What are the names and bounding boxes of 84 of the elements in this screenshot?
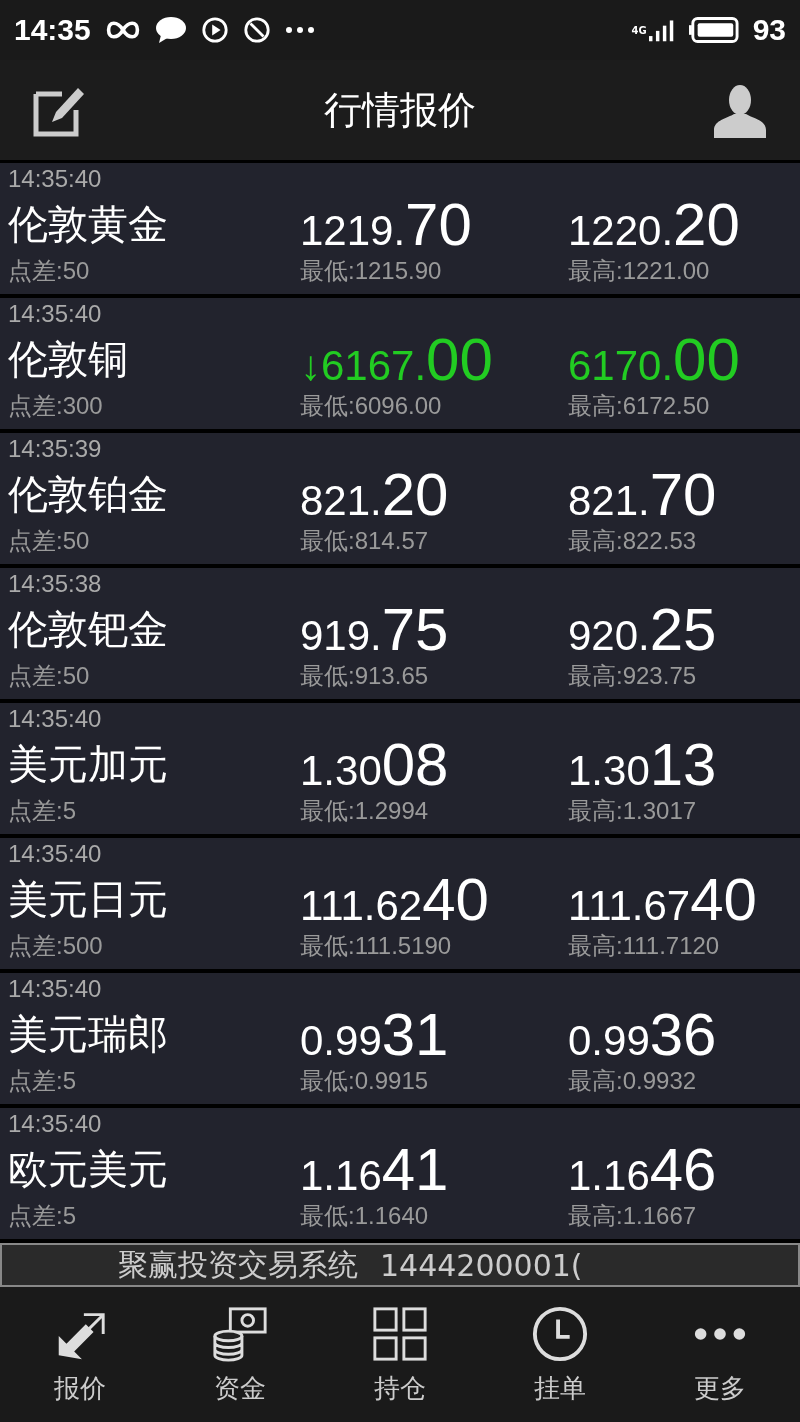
battery-level: 93 xyxy=(752,13,786,47)
quote-time: 14:35:40 xyxy=(8,705,103,733)
bid-price: 111.6240 xyxy=(300,870,490,930)
quote-row[interactable]: 14:35:40 美元日元 点差:500 111.6240 最低:111.5190 111.6740 最高:111.7120 xyxy=(0,838,800,969)
high-text: 最高:822.53 xyxy=(568,526,698,556)
high-text: 最高:1221.00 xyxy=(568,256,711,286)
bid-price: 1.1641 xyxy=(300,1140,450,1200)
spread-text: 点差:50 xyxy=(8,526,91,556)
account-number: 1444200001( xyxy=(380,1247,583,1283)
play-icon xyxy=(200,15,229,45)
more-icon xyxy=(284,25,315,35)
bid-price: 1.3008 xyxy=(300,735,450,795)
quote-time: 14:35:38 xyxy=(8,570,103,598)
battery-icon xyxy=(688,15,739,45)
instrument-name: 美元瑞郎 xyxy=(8,1009,169,1059)
chat-bubble-icon xyxy=(154,15,187,45)
bid-price: 1219.70 xyxy=(300,195,473,255)
nav-tab[interactable]: 资金 xyxy=(180,1303,300,1407)
high-text: 最高:6172.50 xyxy=(568,391,711,421)
high-text: 最高:923.75 xyxy=(568,661,698,691)
quote-row[interactable]: 14:35:40 伦敦黄金 点差:50 1219.70 最低:1215.90 1220.20 最高:1221.00 xyxy=(0,163,800,294)
ask-price: 920.25 xyxy=(568,600,718,660)
block-icon xyxy=(242,15,271,45)
spread-text: 点差:5 xyxy=(8,1201,77,1231)
bid-price: 919.75 xyxy=(300,600,450,660)
ask-price: 1.1646 xyxy=(568,1140,718,1200)
low-text: 最低:814.57 xyxy=(300,526,430,556)
ask-price: 0.9936 xyxy=(568,1005,718,1065)
spread-text: 点差:50 xyxy=(8,256,91,286)
spread-text: 点差:300 xyxy=(8,391,104,421)
quote-row[interactable]: 14:35:40 美元加元 点差:5 1.3008 最低:1.2994 1.3013 最高:1.3017 xyxy=(0,703,800,834)
quote-row[interactable]: 14:35:40 欧元美元 点差:5 1.1641 最低:1.1640 1.1646 最高:1.1667 xyxy=(0,1108,800,1239)
page-title: 行情报价 xyxy=(323,86,477,134)
nav-tab[interactable]: 持仓 xyxy=(340,1303,460,1407)
spread-text: 点差:50 xyxy=(8,661,91,691)
quote-time: 14:35:40 xyxy=(8,1110,103,1138)
instrument-name: 伦敦铜 xyxy=(8,334,129,384)
clock-icon xyxy=(531,1304,589,1363)
ask-price: 1220.20 xyxy=(568,195,741,255)
low-text: 最低:6096.00 xyxy=(300,391,443,421)
high-text: 最高:111.7120 xyxy=(568,931,721,961)
instrument-name: 伦敦铂金 xyxy=(8,469,169,519)
system-name: 聚赢投资交易系统 xyxy=(118,1245,358,1284)
high-text: 最高:0.9932 xyxy=(568,1066,698,1096)
quote-time: 14:35:39 xyxy=(8,435,103,463)
quote-time: 14:35:40 xyxy=(8,975,103,1003)
network-type: 4G xyxy=(631,24,647,36)
instrument-name: 欧元美元 xyxy=(8,1144,169,1194)
grid-icon xyxy=(371,1304,429,1363)
high-text: 最高:1.1667 xyxy=(568,1201,698,1231)
instrument-name: 美元日元 xyxy=(8,874,169,924)
quote-time: 14:35:40 xyxy=(8,840,103,868)
spread-text: 点差:5 xyxy=(8,1066,77,1096)
quote-row[interactable]: 14:35:38 伦敦钯金 点差:50 919.75 最低:913.65 920.25 最高:923.75 xyxy=(0,568,800,699)
low-text: 最低:1215.90 xyxy=(300,256,443,286)
low-text: 最低:111.5190 xyxy=(300,931,453,961)
nav-tab[interactable]: 报价 xyxy=(20,1303,140,1407)
quote-time: 14:35:40 xyxy=(8,300,103,328)
quote-row[interactable]: 14:35:39 伦敦铂金 点差:50 821.20 最低:814.57 821.70 最高:822.53 xyxy=(0,433,800,564)
bid-price: 0.9931 xyxy=(300,1005,450,1065)
ask-price: 821.70 xyxy=(568,465,718,525)
clock-time: 14:35 xyxy=(14,13,91,47)
user-icon[interactable] xyxy=(712,82,768,138)
ask-price: 1.3013 xyxy=(568,735,718,795)
instrument-name: 伦敦钯金 xyxy=(8,604,169,654)
quote-row[interactable]: 14:35:40 伦敦铜 点差:300 ↓6167.00 最低:6096.00 6170.00 最高:6172.50 xyxy=(0,298,800,429)
nav-tab[interactable]: 更多 xyxy=(660,1303,780,1407)
instrument-name: 美元加元 xyxy=(8,739,169,789)
high-text: 最高:1.3017 xyxy=(568,796,698,826)
low-text: 最低:0.9915 xyxy=(300,1066,430,1096)
quote-row[interactable]: 14:35:40 美元瑞郎 点差:5 0.9931 最低:0.9915 0.9936 最高:0.9932 xyxy=(0,973,800,1104)
low-text: 最低:1.2994 xyxy=(300,796,430,826)
spread-text: 点差:5 xyxy=(8,796,77,826)
ask-price: 111.6740 xyxy=(568,870,758,930)
coins-icon xyxy=(211,1304,269,1363)
low-text: 最低:913.65 xyxy=(300,661,430,691)
bid-price: ↓6167.00 xyxy=(300,330,494,390)
ask-price: 6170.00 xyxy=(568,330,741,390)
quote-time: 14:35:40 xyxy=(8,165,103,193)
nav-tab[interactable]: 挂单 xyxy=(500,1303,620,1407)
instrument-name: 伦敦黄金 xyxy=(8,199,169,249)
spread-text: 点差:500 xyxy=(8,931,104,961)
bid-price: 821.20 xyxy=(300,465,450,525)
low-text: 最低:1.1640 xyxy=(300,1201,430,1231)
